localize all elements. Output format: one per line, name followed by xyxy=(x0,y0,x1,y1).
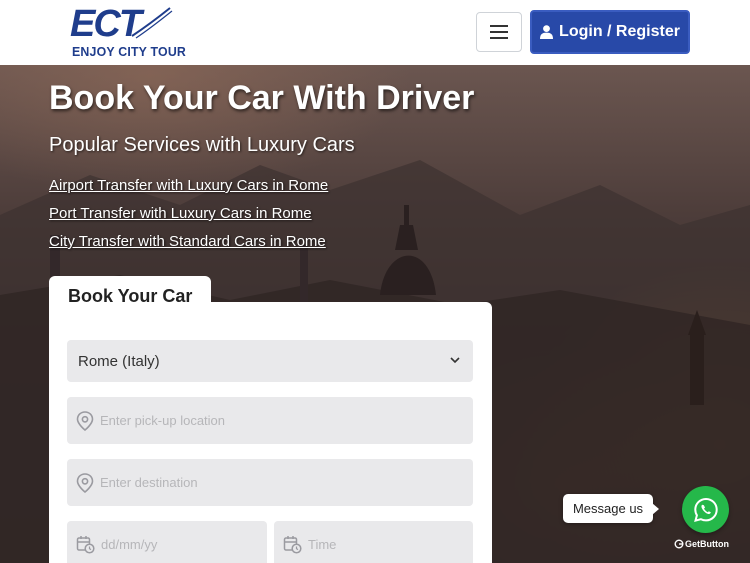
whatsapp-icon xyxy=(693,497,718,522)
pickup-location-placeholder: Enter pick-up location xyxy=(100,413,226,428)
chevron-down-icon xyxy=(450,357,460,364)
user-icon xyxy=(540,25,554,39)
login-register-button[interactable]: Login / Register xyxy=(530,10,690,54)
time-placeholder: Time xyxy=(308,537,337,552)
menu-toggle-button[interactable] xyxy=(476,12,522,52)
logo-name: ENJOY CITY TOUR xyxy=(72,44,187,59)
city-select[interactable]: Rome (Italy) xyxy=(67,340,473,382)
port-transfer-link[interactable]: Port Transfer with Luxury Cars in Rome xyxy=(49,205,312,222)
hero-title: Book Your Car With Driver xyxy=(49,79,475,117)
location-pin-icon xyxy=(76,472,94,493)
date-input[interactable]: dd/mm/yy xyxy=(67,521,267,563)
booking-form-card: Rome (Italy) Enter pick-up location Ente… xyxy=(49,302,492,563)
airport-transfer-link[interactable]: Airport Transfer with Luxury Cars in Rom… xyxy=(49,177,328,194)
destination-input[interactable]: Enter destination xyxy=(67,459,473,506)
getbutton-logo-icon xyxy=(674,539,684,549)
destination-placeholder: Enter destination xyxy=(100,475,198,490)
calendar-clock-icon xyxy=(283,536,302,554)
hero-subtitle: Popular Services with Luxury Cars xyxy=(49,134,355,156)
city-select-value: Rome (Italy) xyxy=(78,352,160,370)
getbutton-label: GetButton xyxy=(685,539,729,549)
logo-swoosh-icon xyxy=(131,7,173,39)
book-your-car-tab-label: Book Your Car xyxy=(68,286,193,306)
login-register-label: Login / Register xyxy=(559,23,680,40)
book-your-car-tab[interactable]: Book Your Car xyxy=(49,276,211,316)
site-header: ECT ENJOY CITY TOUR Login / Register xyxy=(0,0,750,65)
calendar-clock-icon xyxy=(76,536,95,554)
date-placeholder: dd/mm/yy xyxy=(101,537,158,552)
location-pin-icon xyxy=(76,410,94,431)
hamburger-icon xyxy=(490,25,508,39)
time-input[interactable]: Time xyxy=(274,521,473,563)
getbutton-credit[interactable]: GetButton xyxy=(674,539,729,549)
pickup-location-input[interactable]: Enter pick-up location xyxy=(67,397,473,444)
city-transfer-link[interactable]: City Transfer with Standard Cars in Rome xyxy=(49,233,326,250)
message-us-bubble[interactable]: Message us xyxy=(563,494,659,523)
whatsapp-chat-button[interactable] xyxy=(682,486,729,533)
site-logo[interactable]: ECT ENJOY CITY TOUR xyxy=(70,4,186,62)
message-us-label: Message us xyxy=(572,501,644,516)
hero-section: Book Your Car With Driver Popular Servic… xyxy=(0,65,750,563)
